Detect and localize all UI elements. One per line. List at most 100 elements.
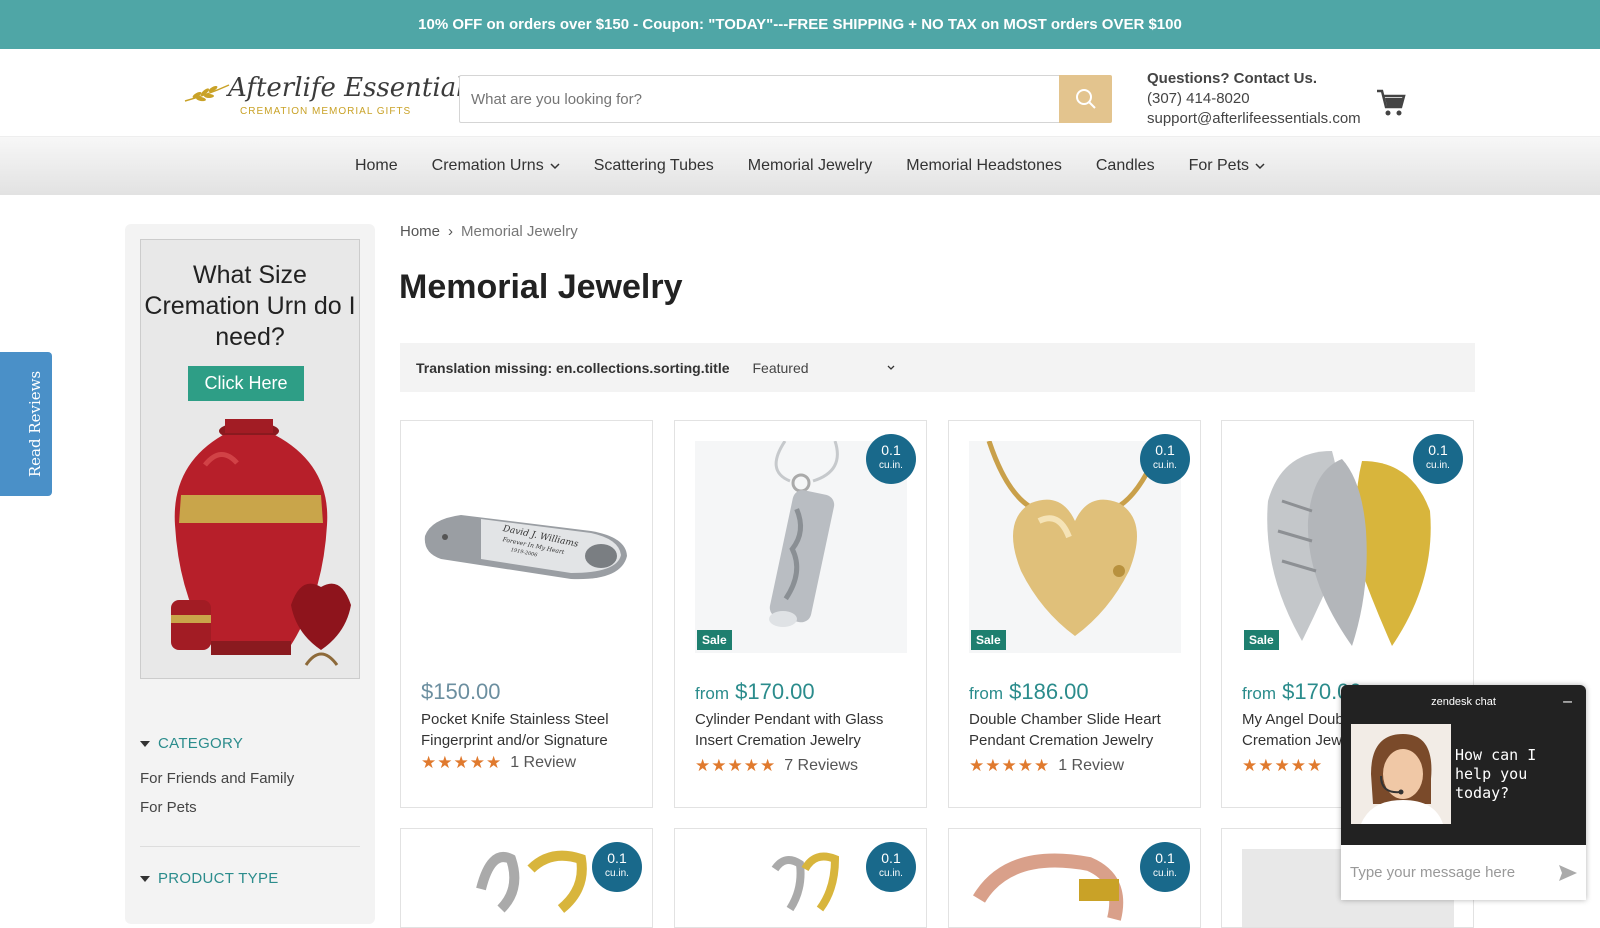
nav-memorial-jewelry[interactable]: Memorial Jewelry [748,157,872,175]
sort-label: Translation missing: en.collections.sort… [416,359,730,376]
product-card[interactable]: 0.1 cu.in. [400,828,653,928]
nav-label: Home [354,157,398,174]
star-rating-icons: ★★★★★ [1242,756,1324,775]
read-reviews-tab[interactable]: ★ Read Reviews [0,352,70,496]
product-price: from $170.00 [695,679,815,705]
main-nav: Home Cremation Urns Scattering Tubes Mem… [0,137,1600,195]
nav-label: Memorial Headstones [906,157,1062,174]
badge-unit: cu.in. [1153,868,1177,879]
product-price-value: $186.00 [1009,679,1089,704]
contact-email[interactable]: support@afterlifeessentials.com [1147,110,1361,127]
search-bar [459,75,1112,123]
product-rating: ★★★★★ 1 Review [421,753,576,773]
star-icon: ★ [56,415,71,433]
contact-phone[interactable]: (307) 414-8020 [1147,90,1250,107]
search-input[interactable] [459,75,1059,123]
sort-bar: Translation missing: en.collections.sort… [400,343,1475,392]
product-name[interactable]: Pocket Knife Stainless Steel Fingerprint… [421,709,636,751]
product-name[interactable]: Cylinder Pendant with Glass Insert Crema… [695,709,910,751]
sidebar-divider [140,846,360,847]
contact-info: Questions? Contact Us. (307) 414-8020 su… [1147,69,1361,129]
search-icon [1075,89,1096,109]
nav-label: Cremation Urns [431,157,544,174]
product-price-value: $170.00 [735,679,815,704]
review-count[interactable]: 7 Reviews [784,757,858,775]
caret-down-icon [140,875,150,882]
product-name[interactable]: Double Chamber Slide Heart Pendant Crema… [969,709,1184,751]
breadcrumb-current: Memorial Jewelry [461,223,578,240]
price-from-label: from [695,684,729,703]
review-count[interactable]: 1 Review [1058,757,1124,775]
ad-click-here-button[interactable]: Click Here [188,366,304,401]
product-rating: ★★★★★ 7 Reviews [695,756,858,776]
send-icon[interactable] [1559,864,1577,881]
cart-button[interactable] [1376,89,1406,122]
price-from-label: from [969,684,1003,703]
product-type-facet-toggle[interactable]: PRODUCT TYPE [140,870,279,887]
price-from-label: from [1242,684,1276,703]
nav-cremation-urns[interactable]: Cremation Urns [432,157,560,175]
sale-badge: Sale [971,630,1006,650]
product-card[interactable]: 0.1 cu.in. [674,828,927,928]
category-facet-toggle[interactable]: CATEGORY [140,735,243,752]
badge-value: 0.1 [1155,442,1175,458]
badge-unit: cu.in. [1153,460,1177,471]
chat-title: zendesk chat [1431,696,1496,708]
product-rating: ★★★★★ [1242,756,1323,776]
chat-greeting: How can I help you today? [1455,746,1537,802]
search-button[interactable] [1059,75,1112,123]
product-price-value: $150.00 [421,679,501,704]
nav-memorial-headstones[interactable]: Memorial Headstones [906,157,1062,175]
category-heading: CATEGORY [158,735,244,752]
nav-label: Candles [1095,157,1155,174]
badge-unit: cu.in. [605,868,629,879]
badge-value: 0.1 [881,850,901,866]
category-item[interactable]: For Friends and Family [140,770,294,787]
site-logo[interactable]: Afterlife Essentials CREMATION MEMORIAL … [183,73,478,121]
chevron-down-icon [550,163,560,170]
product-card[interactable]: David J. Williams Forever In My Heart 19… [400,420,653,808]
announcement-bar: 10% OFF on orders over $150 - Coupon: "T… [0,0,1600,49]
minimize-icon[interactable]: – [1563,693,1572,711]
nav-scattering-tubes[interactable]: Scattering Tubes [594,157,714,175]
urn-image [171,419,351,666]
urn-size-ad[interactable]: What Size Cremation Urn do I need? Click… [140,239,360,679]
nav-candles[interactable]: Candles [1096,157,1155,175]
nav-for-pets[interactable]: For Pets [1189,157,1265,175]
pocket-knife-image: David J. Williams Forever In My Heart 19… [424,515,627,580]
product-card[interactable]: 0.1 cu.in. Sale from $170.00 Cylinder Pen… [674,420,927,808]
announcement-text: 10% OFF on orders over $150 - Coupon: "T… [418,16,1182,33]
product-card[interactable]: 0.1 cu.in. [948,828,1201,928]
nav-home[interactable]: Home [355,157,398,175]
capacity-badge: 0.1 cu.in. [866,434,916,484]
sale-badge: Sale [1244,630,1279,650]
breadcrumb: Home › Memorial Jewelry [400,223,578,240]
sort-value: Featured [752,359,809,376]
review-count[interactable]: 1 Review [510,754,576,772]
badge-value: 0.1 [881,442,901,458]
chevron-down-icon [887,365,895,370]
product-price: $150.00 [421,679,501,705]
product-image[interactable]: David J. Williams Forever In My Heart 19… [421,441,633,653]
chat-message-input[interactable]: Type your message here [1341,845,1586,900]
star-rating-icons: ★★★★★ [695,756,777,775]
chevron-down-icon [1255,163,1265,170]
capacity-badge: 0.1 cu.in. [1413,434,1463,484]
capacity-badge: 0.1 cu.in. [866,842,916,892]
contact-heading[interactable]: Questions? Contact Us. [1147,69,1361,89]
badge-value: 0.1 [1155,850,1175,866]
badge-unit: cu.in. [879,460,903,471]
breadcrumb-home[interactable]: Home [400,223,440,240]
nav-label: For Pets [1188,157,1250,174]
caret-down-icon [140,740,150,747]
sidebar: What Size Cremation Urn do I need? Click… [125,224,375,924]
wheat-leaf-icon [184,84,230,102]
sort-select[interactable]: Featured [753,360,895,376]
star-rating-icons: ★★★★★ [969,756,1051,775]
nav-label: Scattering Tubes [593,157,714,174]
badge-value: 0.1 [607,850,627,866]
badge-unit: cu.in. [1426,460,1450,471]
category-item[interactable]: For Pets [140,799,197,816]
product-card[interactable]: 0.1 cu.in. Sale from $186.00 Double Chamb… [948,420,1201,808]
nav-label: Memorial Jewelry [747,157,873,174]
